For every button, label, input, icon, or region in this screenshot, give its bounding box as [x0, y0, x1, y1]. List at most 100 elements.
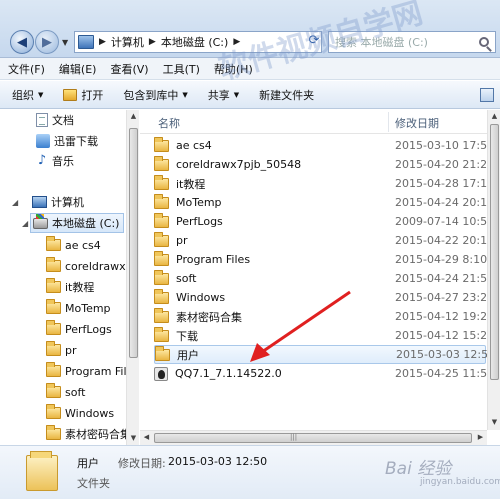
navigation-scrollbar[interactable]: ▲ ▼ [126, 110, 139, 445]
nav-folder-windows[interactable]: Windows [46, 403, 114, 423]
column-header-row: 名称 修改日期 [140, 110, 487, 134]
nav-folder-it-tutorial[interactable]: it教程 [46, 277, 94, 297]
file-row[interactable]: 下载 2015-04-12 15:22 [154, 326, 494, 345]
folder-icon [154, 307, 169, 323]
scroll-right-icon[interactable]: ▶ [474, 431, 487, 444]
menu-view[interactable]: 查看(V) [110, 61, 148, 77]
file-row[interactable]: PerfLogs 2009-07-14 10:57 [154, 212, 494, 231]
open-label: 打开 [81, 88, 104, 102]
nav-folder-soft[interactable]: soft [46, 382, 85, 402]
include-library-label: 包含到库中 [123, 88, 179, 102]
open-button[interactable]: 打开 [63, 87, 103, 103]
file-modified-date: 2009-07-14 10:57 [395, 215, 495, 228]
nav-folder-perflogs[interactable]: PerfLogs [46, 319, 112, 339]
file-name: MoTemp [176, 196, 222, 209]
nav-folder-material-passwords[interactable]: 素材密码合集 [46, 424, 126, 444]
file-list-horizontal-scrollbar[interactable]: ◀ ||| ▶ [140, 430, 487, 445]
nav-folder-ae-cs4[interactable]: ae cs4 [46, 235, 101, 255]
menu-tools[interactable]: 工具(T) [163, 61, 200, 77]
folder-icon [46, 236, 61, 251]
file-row[interactable]: pr 2015-04-22 20:12 [154, 231, 494, 250]
file-row[interactable]: 素材密码合集 2015-04-12 19:21 [154, 307, 494, 326]
file-name: 下载 [176, 329, 198, 343]
chevron-right-icon[interactable]: ▶ [149, 37, 156, 47]
file-modified-date: 2015-04-28 17:15 [395, 177, 495, 190]
scroll-left-icon[interactable]: ◀ [140, 431, 153, 444]
chevron-right-icon[interactable]: ▶ [99, 37, 106, 47]
file-name: coreldrawx7pjb_50548 [176, 158, 302, 171]
scroll-up-icon[interactable]: ▲ [127, 110, 140, 123]
folder-icon [155, 345, 170, 361]
new-folder-button[interactable]: 新建文件夹 [259, 87, 314, 103]
nav-folder-label: pr [65, 343, 77, 357]
nav-item-computer[interactable]: 计算机 [32, 192, 84, 212]
scrollbar-thumb[interactable] [129, 128, 138, 358]
file-row[interactable]: Program Files 2015-04-29 8:10 [154, 250, 487, 269]
file-name: Windows [176, 291, 226, 304]
file-row[interactable]: ae cs4 2015-03-10 17:51 [154, 136, 494, 155]
nav-folder-motemp[interactable]: MoTemp [46, 298, 111, 318]
nav-folder-label: coreldrawx7 [65, 259, 126, 273]
download-icon [36, 134, 50, 148]
menu-file[interactable]: 文件(F) [8, 61, 45, 77]
organize-label: 组织 [12, 88, 34, 102]
back-button[interactable]: ◀ [10, 30, 34, 54]
change-view-icon[interactable] [480, 88, 494, 102]
share-button[interactable]: 共享 ▼ [208, 87, 239, 103]
file-name: PerfLogs [176, 215, 223, 228]
folder-icon [46, 383, 61, 398]
column-header-name[interactable]: 名称 [158, 115, 180, 131]
navigation-pane: 文档 迅雷下载 ♪ 音乐 ◢ 计算机 ◢ 本地磁盘 (C:) ae cs4 co… [0, 110, 126, 445]
collapse-arrow-icon[interactable]: ◢ [12, 198, 18, 207]
file-name: ae cs4 [176, 139, 212, 152]
folder-icon [154, 212, 169, 228]
scroll-down-icon[interactable]: ▼ [127, 432, 140, 445]
scrollbar-thumb[interactable] [490, 124, 499, 380]
nav-item-drive-c[interactable]: 本地磁盘 (C:) [30, 213, 124, 233]
file-row[interactable]: it教程 2015-04-28 17:15 [154, 174, 494, 193]
file-row[interactable]: soft 2015-04-24 21:54 [154, 269, 494, 288]
file-modified-date: 2015-04-12 15:22 [395, 329, 495, 342]
nav-folder-program-files[interactable]: Program Fil [46, 361, 126, 381]
file-row[interactable]: MoTemp 2015-04-24 20:10 [154, 193, 494, 212]
organize-button[interactable]: 组织 ▼ [12, 87, 43, 103]
forward-button[interactable]: ▶ [35, 30, 59, 54]
file-row[interactable]: Windows 2015-04-27 23:23 [154, 288, 494, 307]
nav-folder-pr[interactable]: pr [46, 340, 77, 360]
nav-folder-label: PerfLogs [65, 322, 112, 336]
column-divider[interactable] [388, 112, 389, 132]
search-icon [479, 37, 489, 47]
open-icon [63, 88, 78, 101]
file-list-vertical-scrollbar[interactable]: ▲ ▼ [487, 110, 500, 430]
scroll-down-icon[interactable]: ▼ [488, 416, 500, 429]
file-modified-date: 2015-04-24 20:10 [395, 196, 495, 209]
folder-icon [154, 136, 169, 152]
file-row[interactable]: QQ7.1_7.1.14522.0 2015-04-25 11:54 [154, 364, 494, 383]
command-bar: 组织 ▼ 打开 包含到库中 ▼ 共享 ▼ 新建文件夹 [0, 81, 500, 109]
file-name: QQ7.1_7.1.14522.0 [175, 367, 282, 380]
folder-icon [46, 320, 61, 335]
file-row[interactable]: 用户 2015-03-03 12:50 [154, 345, 495, 364]
include-in-library-button[interactable]: 包含到库中 ▼ [123, 87, 187, 103]
nav-folder-coreldrawx7[interactable]: coreldrawx7 [46, 256, 126, 276]
qq-icon [154, 366, 168, 381]
nav-folder-label: it教程 [65, 281, 95, 294]
breadcrumb-computer[interactable]: 计算机 [111, 34, 144, 50]
scrollbar-thumb[interactable] [154, 433, 472, 443]
nav-folder-label: 素材密码合集 [65, 428, 126, 441]
folder-icon [46, 299, 61, 314]
scroll-up-icon[interactable]: ▲ [488, 110, 500, 123]
menu-edit[interactable]: 编辑(E) [59, 61, 97, 77]
folder-icon [46, 257, 61, 272]
column-header-date[interactable]: 修改日期 [395, 115, 439, 131]
recent-pages-dropdown[interactable]: ▼ [62, 38, 68, 47]
file-row[interactable]: coreldrawx7pjb_50548 2015-04-20 21:20 [154, 155, 494, 174]
nav-item-documents[interactable]: 文档 [36, 110, 74, 130]
folder-icon [154, 269, 169, 285]
nav-item-music[interactable]: ♪ 音乐 [36, 151, 74, 171]
collapse-arrow-icon[interactable]: ◢ [22, 219, 28, 228]
file-name: 素材密码合集 [176, 310, 242, 324]
folder-icon [154, 288, 169, 304]
file-name: 用户 [177, 348, 199, 362]
nav-item-thunder-downloads[interactable]: 迅雷下载 [36, 131, 98, 151]
